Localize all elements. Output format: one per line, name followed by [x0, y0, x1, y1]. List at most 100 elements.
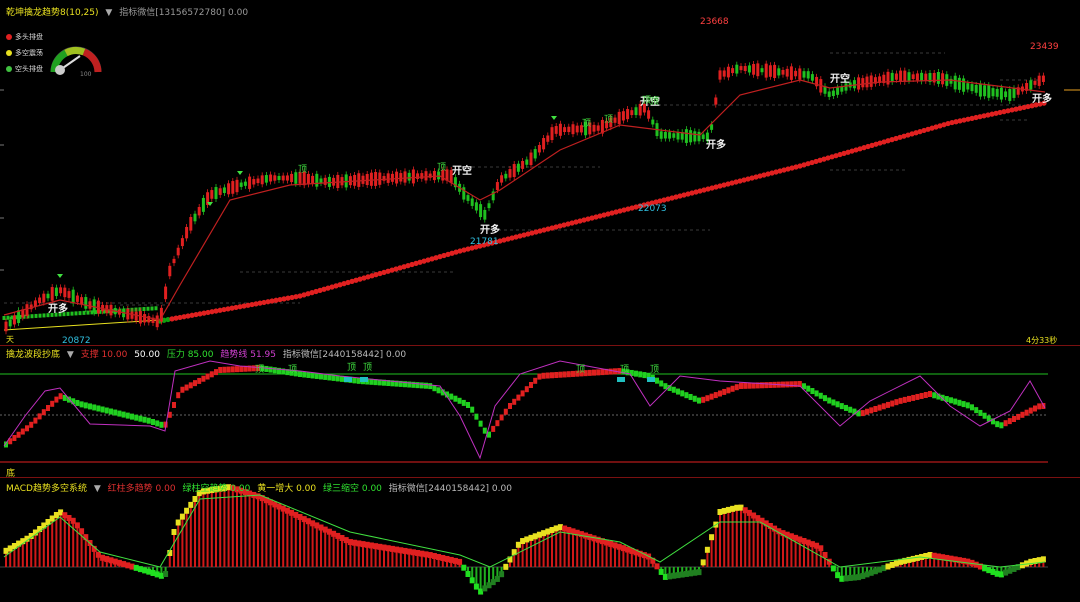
macd-bar [731, 508, 734, 567]
macd-bar [782, 533, 784, 567]
candle [987, 85, 991, 98]
candle [991, 88, 995, 97]
candle [1033, 80, 1037, 85]
candle [382, 176, 386, 181]
cyan-marker [360, 377, 368, 382]
candle [630, 110, 634, 116]
main-chart-panel[interactable]: 开多 开空 开多 开空 开多 开空 开多顶顶顶顶顶顶 乾坤擒龙趋势8(10,25) ▼ 指标… [0, 0, 1080, 346]
osc-bar [201, 375, 206, 382]
candle [575, 125, 579, 133]
candle [995, 88, 999, 97]
candle [466, 195, 470, 201]
trend-dot [142, 307, 146, 312]
osc-bar [860, 410, 865, 417]
candle [634, 107, 638, 116]
candlestick-chart[interactable]: 开多开空开多开空开多开空开多顶 顶顶 顶顶顶 [0, 0, 1080, 346]
macd-bar [773, 528, 776, 567]
macd-bar [601, 541, 604, 567]
macd-bar [261, 498, 264, 567]
macd-bar [173, 532, 175, 567]
top-mark: 顶 [363, 362, 372, 373]
candle [999, 87, 1003, 100]
candle [80, 297, 84, 305]
candle [756, 63, 760, 77]
osc-bar [768, 381, 773, 388]
osc-bar [1020, 411, 1025, 418]
macd-bar [370, 545, 373, 567]
macd-title[interactable]: MACD趋势多空系统 [6, 484, 87, 494]
top-mark: 顶 [288, 364, 297, 375]
osc-bar [684, 392, 689, 399]
candle [869, 75, 873, 87]
candle [974, 84, 978, 93]
osc-bar [96, 405, 101, 412]
candle [525, 159, 529, 165]
candle [416, 173, 420, 179]
candle [378, 172, 382, 185]
candle [193, 213, 197, 222]
osc-bar [898, 397, 903, 404]
macd-bar [786, 534, 789, 567]
candle [907, 72, 911, 81]
macd-bar [42, 525, 45, 567]
osc-bar [306, 371, 311, 378]
candle [420, 173, 424, 179]
osc-title[interactable]: 擒龙波段抄底 [6, 350, 60, 360]
chevron-down-icon[interactable]: ▼ [94, 484, 101, 494]
macd-bar [572, 531, 574, 567]
osc-value-wechat: 指标微信[2440158442] 0.00 [282, 350, 407, 360]
osc-bar [134, 414, 139, 421]
macd-bar [336, 535, 339, 567]
osc-bar [655, 377, 659, 384]
macd-bar [609, 543, 612, 567]
trend-dot [146, 306, 150, 311]
macd-bar [605, 542, 608, 567]
macd-bar [593, 538, 595, 567]
osc-bar [352, 377, 357, 384]
signal-label-long: 开多 [48, 302, 68, 315]
macd-bar [765, 523, 768, 567]
candle [693, 131, 697, 142]
candle [739, 66, 743, 71]
signal-label-top: 顶 [650, 96, 659, 107]
osc-bar [680, 390, 685, 397]
candle [718, 70, 722, 80]
osc-bar [193, 380, 197, 387]
osc-bar [41, 409, 46, 416]
osc-bar [890, 400, 895, 407]
candle [277, 175, 281, 181]
main-indicator-title[interactable]: 乾坤擒龙趋势8(10,25) [6, 8, 99, 18]
macd-bar [567, 529, 570, 567]
osc-bar [214, 369, 218, 376]
osc-bar [865, 408, 869, 415]
osc-bar [79, 401, 84, 408]
oscillator-panel[interactable]: 顶顶顶顶顶顶顶 擒龙波段抄底 ▼ 支撑 10.00 50.00 压力 85.00… [0, 346, 1080, 479]
oscillator-chart[interactable]: 顶顶顶顶顶顶顶 [0, 346, 1080, 478]
macd-bar [227, 487, 230, 567]
macd-bar [576, 532, 579, 567]
macd-panel[interactable]: MACD趋势多空系统 ▼ 红柱多趋势 0.00 绿柱空趋势 0.00 黄一增大 … [0, 478, 1080, 602]
candle [1004, 91, 1008, 98]
macd-bar [614, 545, 616, 567]
candle [890, 72, 894, 82]
candle [483, 209, 487, 220]
candle [886, 71, 890, 85]
macd-bar [273, 504, 276, 567]
osc-bar [323, 373, 328, 380]
candle [395, 171, 399, 184]
osc-bar [46, 405, 50, 411]
osc-bar [298, 371, 302, 377]
osc-bar [810, 388, 815, 395]
chevron-down-icon[interactable]: ▼ [67, 350, 74, 360]
chevron-down-icon[interactable]: ▼ [105, 8, 112, 18]
osc-bar [982, 412, 987, 419]
legend-bull: 多头排盘 [6, 32, 43, 42]
osc-bar [415, 382, 420, 389]
candle [563, 127, 567, 133]
candle [323, 177, 327, 185]
osc-bar [37, 413, 42, 420]
osc-value-mid: 50.00 [134, 350, 160, 360]
macd-bar [47, 522, 49, 567]
macd-chart[interactable] [0, 478, 1080, 602]
candle [315, 173, 319, 187]
